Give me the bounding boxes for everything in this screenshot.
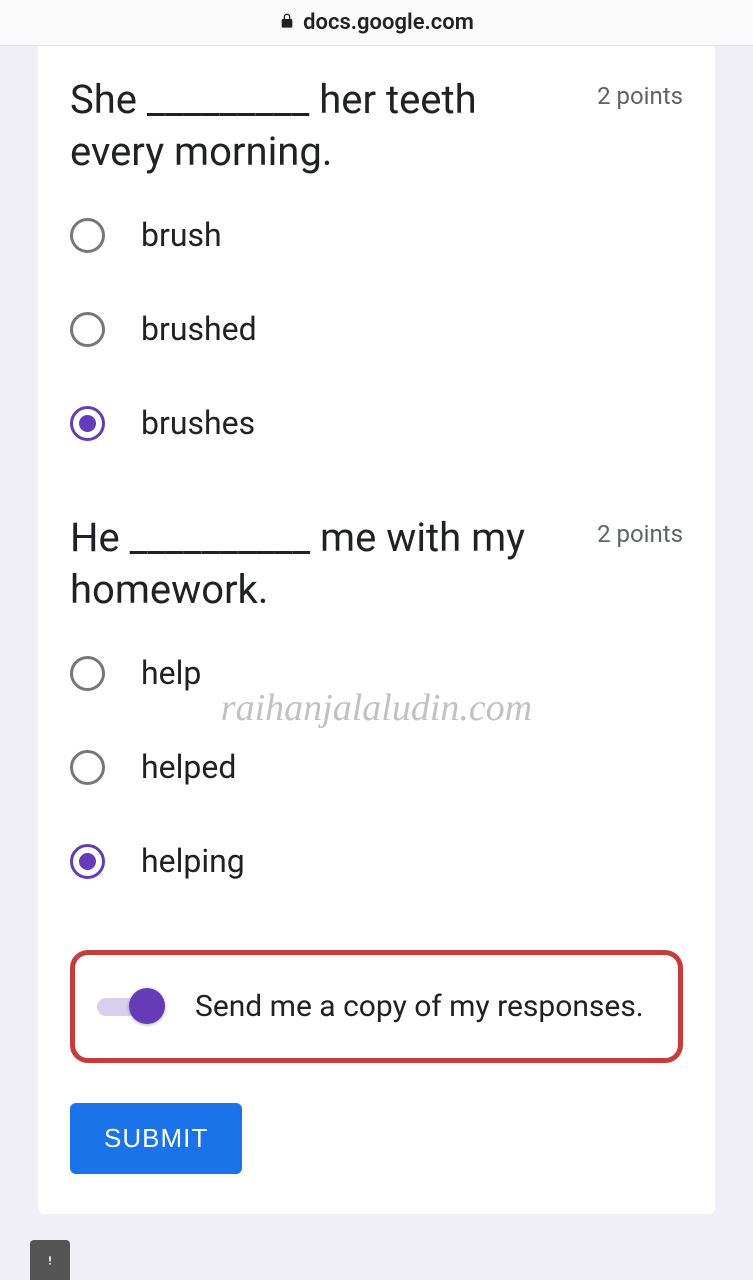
radio-label: helping [141,842,245,880]
radio-label: brushed [141,310,257,348]
browser-url: docs.google.com [303,10,474,35]
send-copy-section: Send me a copy of my responses. [70,950,683,1063]
radio-option-brushes[interactable]: brushes [70,404,683,442]
radio-label: helped [141,748,236,786]
radio-icon [70,218,105,253]
browser-address-bar: docs.google.com [0,0,753,46]
question-title: She _________ her teeth every morning. [70,74,577,178]
send-copy-toggle[interactable] [97,988,167,1026]
toggle-thumb-icon [129,988,165,1024]
question-block-2: He __________ me with my homework. 2 poi… [70,512,683,880]
send-copy-label: Send me a copy of my responses. [195,987,644,1026]
radio-option-helped[interactable]: helped [70,748,683,786]
question-points-badge: 2 points [597,74,683,110]
lock-icon [279,13,295,33]
report-problem-button[interactable] [30,1240,70,1280]
radio-option-brushed[interactable]: brushed [70,310,683,348]
radio-icon [70,750,105,785]
radio-icon [70,656,105,691]
radio-icon [70,844,105,879]
radio-option-help[interactable]: help [70,654,683,692]
form-card: She _________ her teeth every morning. 2… [38,46,715,1214]
options-group: brush brushed brushes [70,216,683,442]
radio-option-brush[interactable]: brush [70,216,683,254]
radio-option-helping[interactable]: helping [70,842,683,880]
question-points-badge: 2 points [597,512,683,548]
exclamation-icon [41,1251,59,1269]
radio-label: brushes [141,404,255,442]
options-group: help helped helping [70,654,683,880]
question-block-1: She _________ her teeth every morning. 2… [70,74,683,442]
submit-button[interactable]: SUBMIT [70,1103,242,1174]
radio-icon [70,406,105,441]
radio-label: help [141,654,201,692]
question-title: He __________ me with my homework. [70,512,577,616]
radio-label: brush [141,216,222,254]
radio-icon [70,312,105,347]
